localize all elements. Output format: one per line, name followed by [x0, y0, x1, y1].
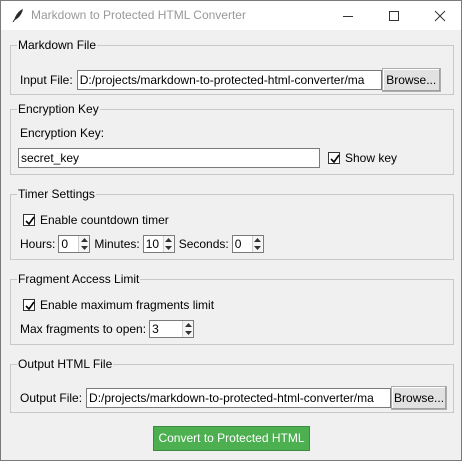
output-file-legend: Output HTML File	[18, 357, 113, 371]
encryption-key-label: Encryption Key:	[20, 126, 105, 140]
show-key-checkbox[interactable]	[328, 152, 340, 164]
enable-timer-checkbox[interactable]	[23, 214, 35, 226]
fragment-limit-group: Fragment Access Limit Enable maximum fra…	[10, 272, 454, 345]
spin-down-icon[interactable]	[182, 329, 194, 337]
spin-up-icon[interactable]	[182, 321, 194, 329]
timer-settings-group: Timer Settings Enable countdown timer Ho…	[10, 187, 454, 260]
encryption-key-legend: Encryption Key	[18, 102, 99, 116]
encryption-key-group: Encryption Key Encryption Key: secret_ke…	[10, 102, 454, 175]
max-fragments-value: 3	[152, 322, 159, 336]
input-browse-button[interactable]: Browse...	[381, 68, 441, 92]
check-icon	[25, 216, 35, 226]
markdown-file-group: Markdown File Input File: D:/projects/ma…	[10, 38, 454, 95]
minutes-spinbox[interactable]: 10	[142, 235, 175, 253]
check-icon	[330, 154, 340, 164]
spin-up-icon[interactable]	[251, 236, 263, 244]
hours-value: 0	[61, 237, 69, 251]
input-file-field[interactable]: D:/projects/markdown-to-protected-html-c…	[76, 70, 382, 90]
minutes-label: Minutes:	[94, 237, 140, 251]
app-window: Markdown to Protected HTML Converter Mar…	[0, 0, 462, 461]
output-file-field[interactable]: D:/projects/markdown-to-protected-html-c…	[86, 388, 392, 408]
spin-up-icon[interactable]	[162, 236, 174, 244]
enable-timer-label[interactable]: Enable countdown timer	[40, 213, 169, 227]
close-icon	[434, 10, 446, 22]
seconds-spinbox[interactable]: 0	[231, 235, 264, 253]
spin-down-icon[interactable]	[251, 244, 263, 252]
spin-down-icon[interactable]	[162, 244, 174, 252]
encryption-key-field[interactable]: secret_key	[18, 148, 320, 168]
enable-fragments-checkbox[interactable]	[23, 299, 35, 311]
fragment-limit-legend: Fragment Access Limit	[18, 272, 140, 286]
hours-spinbox[interactable]: 0	[58, 235, 91, 253]
seconds-value: 0	[234, 237, 242, 251]
spin-up-icon[interactable]	[78, 236, 90, 244]
maximize-icon	[389, 11, 399, 21]
minimize-button[interactable]	[325, 1, 371, 30]
enable-fragments-label[interactable]: Enable maximum fragments limit	[40, 298, 214, 312]
seconds-label: Seconds:	[178, 237, 229, 251]
output-file-label: Output File:	[20, 391, 83, 405]
feather-icon	[11, 8, 25, 23]
convert-button[interactable]: Convert to Protected HTML	[153, 426, 310, 451]
minutes-value: 10	[145, 237, 160, 251]
maximize-button[interactable]	[371, 1, 417, 30]
title-bar[interactable]: Markdown to Protected HTML Converter	[1, 1, 461, 30]
max-fragments-spinbox[interactable]: 3	[149, 320, 195, 338]
close-button[interactable]	[417, 1, 462, 30]
show-key-label[interactable]: Show key	[345, 151, 397, 165]
input-file-label: Input File:	[20, 73, 73, 87]
minimize-icon	[343, 16, 353, 17]
output-browse-button[interactable]: Browse...	[391, 386, 448, 410]
check-icon	[25, 301, 35, 311]
markdown-file-legend: Markdown File	[18, 38, 97, 52]
output-file-group: Output HTML File Output File: D:/project…	[10, 357, 454, 413]
hours-label: Hours:	[20, 237, 56, 251]
window-title: Markdown to Protected HTML Converter	[31, 8, 246, 22]
timer-settings-legend: Timer Settings	[18, 187, 95, 201]
max-fragments-label: Max fragments to open:	[20, 322, 147, 336]
spin-down-icon[interactable]	[78, 244, 90, 252]
